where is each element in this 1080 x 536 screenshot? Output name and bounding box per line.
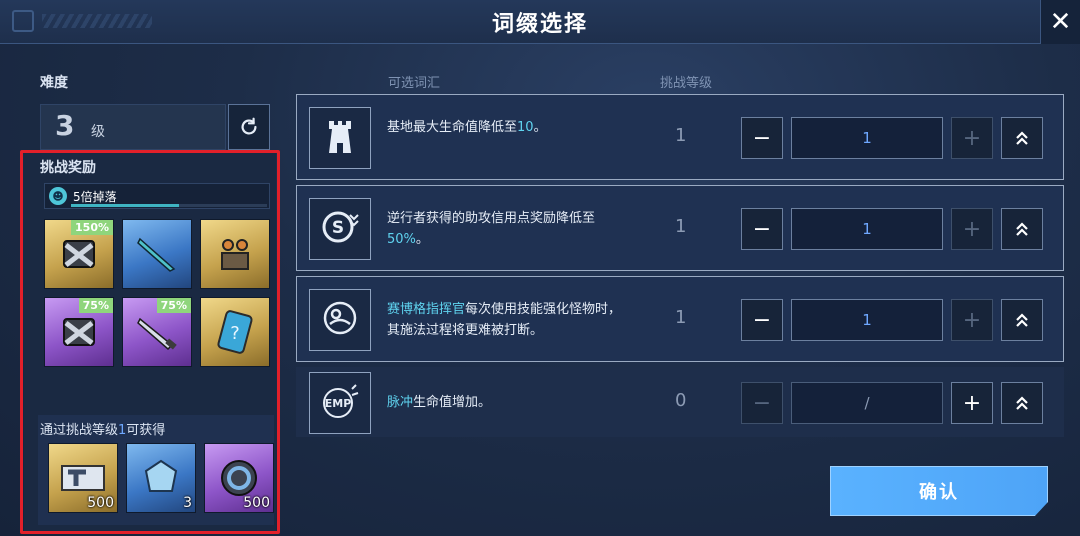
challenge-level: 1	[675, 125, 687, 146]
minus-icon: −	[752, 125, 772, 151]
confirm-button[interactable]: 确认	[830, 466, 1048, 516]
max-level-button[interactable]	[1001, 382, 1043, 424]
refresh-icon	[241, 117, 257, 135]
affix-icon-box	[309, 107, 371, 169]
minus-icon: −	[752, 216, 772, 242]
page-title: 词缀选择	[491, 12, 588, 37]
decrease-button[interactable]: −	[741, 208, 783, 250]
plus-icon: +	[962, 307, 982, 333]
affix-description: 逆行者获得的助攻信用点奖励降低至 50%。	[387, 208, 627, 250]
level-stepper-value: 1	[791, 299, 943, 341]
double-chevron-up-icon	[1016, 396, 1028, 410]
plus-icon: +	[962, 216, 982, 242]
emp-icon: EMP	[318, 381, 362, 425]
affix-number: 50%	[387, 232, 416, 247]
affix-description: 脉冲生命值增加。	[387, 392, 627, 413]
affix-number: 10	[517, 120, 534, 135]
level-stepper-value: 1	[791, 208, 943, 250]
decrease-button[interactable]: −	[741, 117, 783, 159]
max-level-button[interactable]	[1001, 117, 1043, 159]
cyborg-icon	[320, 298, 360, 342]
svg-text:EMP: EMP	[325, 397, 352, 410]
level-stepper-value: 1	[791, 117, 943, 159]
increase-button[interactable]: +	[951, 117, 993, 159]
column-words-header: 可选词汇	[388, 76, 441, 91]
minus-icon: −	[752, 307, 772, 333]
difficulty-label: 难度	[40, 75, 68, 91]
challenge-level: 0	[675, 390, 687, 411]
affix-row[interactable]: EMP 脉冲生命值增加。 0 − / +	[296, 367, 1064, 437]
affix-description: 基地最大生命值降低至10。	[387, 117, 627, 138]
svg-text:S: S	[332, 218, 344, 238]
difficulty-unit: 级	[91, 124, 105, 140]
affix-row[interactable]: S 逆行者获得的助攻信用点奖励降低至50%。 1−1 +	[296, 185, 1064, 271]
close-icon: ✕	[1049, 7, 1072, 37]
double-chevron-up-icon	[1016, 131, 1028, 145]
challenge-level: 1	[675, 216, 687, 237]
decrease-button[interactable]: −	[741, 382, 783, 424]
tower-icon	[323, 117, 357, 159]
double-chevron-up-icon	[1016, 313, 1028, 327]
column-level-header: 挑战等级	[660, 76, 713, 91]
affix-icon-box	[309, 289, 371, 351]
increase-button[interactable]: +	[951, 382, 993, 424]
affix-keyword: 脉冲	[387, 395, 414, 410]
title-bar: 词缀选择 ✕	[0, 0, 1080, 44]
affix-text-pre: 逆行者获得的助攻信用点奖励降低至	[387, 211, 596, 226]
highlight-frame	[20, 150, 280, 534]
close-button[interactable]: ✕	[1040, 0, 1080, 44]
affix-row[interactable]: 基地最大生命值降低至10。 1−1 +	[296, 94, 1064, 180]
affix-row[interactable]: 赛博格指挥官每次使用技能强化怪物时，其施法过程将更难被打断。 1−1 +	[296, 276, 1064, 362]
max-level-button[interactable]	[1001, 208, 1043, 250]
affix-text-post: 。	[533, 120, 547, 135]
plus-icon: +	[962, 125, 982, 151]
credit-icon: S	[320, 207, 360, 251]
affix-text-pre: 基地最大生命值降低至	[387, 120, 518, 135]
increase-button[interactable]: +	[951, 208, 993, 250]
challenge-level: 1	[675, 307, 687, 328]
difficulty-display: 3 级	[40, 104, 226, 150]
max-level-button[interactable]	[1001, 299, 1043, 341]
difficulty-value: 3	[55, 109, 75, 142]
level-stepper-value: /	[791, 382, 943, 424]
double-chevron-up-icon	[1016, 222, 1028, 236]
affix-text-post: 生命值增加。	[413, 395, 492, 410]
minus-icon: −	[752, 390, 772, 416]
affix-icon-box: S	[309, 198, 371, 260]
affix-description: 赛博格指挥官每次使用技能强化怪物时，其施法过程将更难被打断。	[387, 299, 627, 341]
affix-icon-box: EMP	[309, 372, 371, 434]
reset-difficulty-button[interactable]	[228, 104, 270, 150]
affix-text-post: 。	[415, 232, 429, 247]
increase-button[interactable]: +	[951, 299, 993, 341]
affix-keyword: 赛博格指挥官	[387, 302, 466, 317]
decrease-button[interactable]: −	[741, 299, 783, 341]
plus-icon: +	[962, 390, 982, 416]
